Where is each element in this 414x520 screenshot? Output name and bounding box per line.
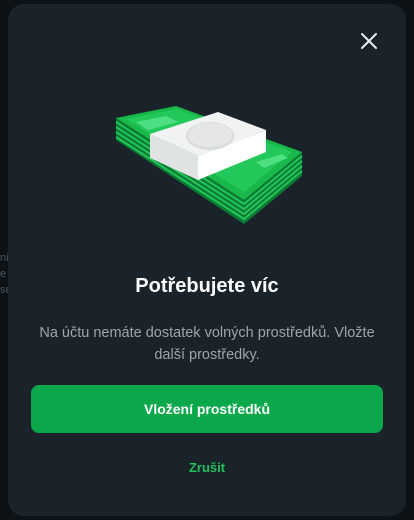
dialog-message: Na účtu nemáte dostatek volných prostřed… [39,325,375,363]
money-stack-icon [115,106,303,224]
close-button[interactable] [358,30,380,52]
cancel-button[interactable]: Zrušit [8,459,406,477]
deposit-funds-button[interactable]: Vložení prostředků [31,385,383,433]
insufficient-funds-dialog: Potřebujete víc Na účtu nemáte dostatek … [8,4,406,516]
dialog-title: Potřebujete víc [135,275,279,297]
background-text-line: e [0,268,7,280]
background-content: ni e se [0,250,8,298]
close-icon [361,33,377,49]
money-stack-illustration [106,100,306,236]
background-text-line: se [0,284,8,296]
background-text-line: ni [0,252,8,264]
